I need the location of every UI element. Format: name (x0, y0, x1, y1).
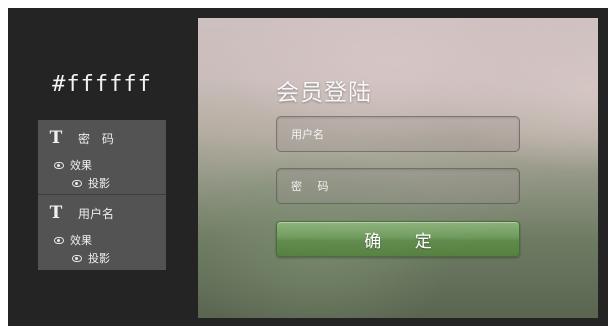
password-input[interactable] (277, 169, 519, 203)
eye-icon[interactable] (72, 179, 82, 187)
effects-row[interactable]: 效果 (54, 157, 92, 173)
layer-name: 用户名 (78, 206, 115, 221)
drop-shadow-label: 投影 (88, 252, 110, 265)
layer-header[interactable]: T 密 码 (38, 126, 166, 150)
text-layer-icon: T (49, 203, 63, 223)
drop-shadow-label: 投影 (88, 177, 110, 190)
eye-icon[interactable] (72, 254, 82, 262)
text-layer-icon: T (49, 128, 63, 148)
effects-label: 效果 (70, 159, 92, 172)
eye-icon[interactable] (54, 236, 64, 244)
login-preview: 会员登陆 确 定 (198, 18, 598, 318)
layer-password[interactable]: T 密 码 效果 投影 (38, 120, 166, 195)
username-input[interactable] (277, 117, 519, 151)
login-title: 会员登陆 (276, 80, 372, 106)
drop-shadow-row[interactable]: 投影 (72, 250, 110, 266)
color-annotation: #ffffff (52, 72, 152, 97)
confirm-button[interactable]: 确 定 (276, 221, 520, 257)
username-field[interactable] (276, 116, 520, 152)
layer-username[interactable]: T 用户名 效果 投影 (38, 195, 166, 270)
drop-shadow-row[interactable]: 投影 (72, 175, 110, 191)
effects-row[interactable]: 效果 (54, 232, 92, 248)
eye-icon[interactable] (54, 161, 64, 169)
layer-name: 密 码 (78, 131, 118, 146)
layer-header[interactable]: T 用户名 (38, 201, 166, 225)
layers-panel: T 密 码 效果 投影 T 用户名 效果 投影 (38, 120, 166, 270)
password-field[interactable] (276, 168, 520, 204)
effects-label: 效果 (70, 234, 92, 247)
